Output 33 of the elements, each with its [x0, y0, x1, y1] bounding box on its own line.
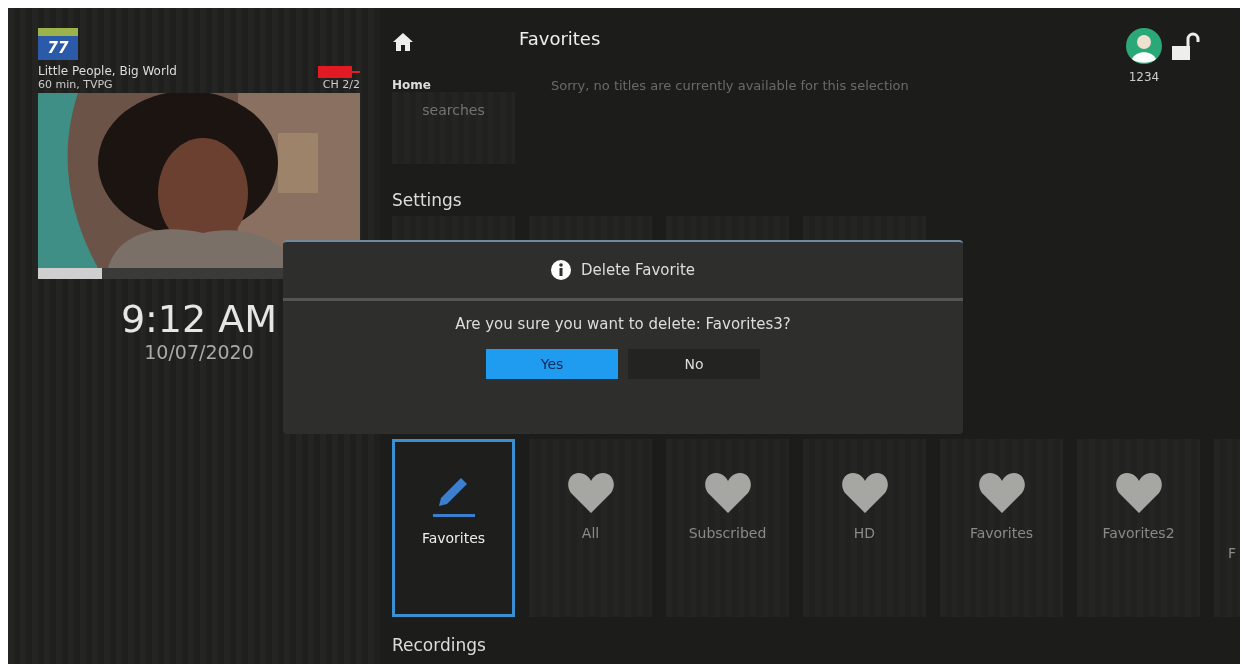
- home-label[interactable]: Home: [392, 78, 431, 92]
- page-title: Favorites: [519, 28, 601, 49]
- section-title: Settings: [392, 190, 463, 210]
- channel-logo: 77: [38, 28, 78, 60]
- heart-icon: [840, 471, 889, 513]
- favorites-tile[interactable]: Favorites: [392, 439, 515, 617]
- unlocked-lock-icon[interactable]: [1170, 32, 1200, 62]
- empty-message: Sorry, no titles are currently available for this selection: [550, 77, 909, 93]
- heart-icon: [1114, 471, 1163, 513]
- recent-searches-tile[interactable]: searches: [392, 92, 515, 164]
- info-icon: [551, 260, 571, 280]
- heart-icon: [977, 471, 1026, 513]
- home-icon[interactable]: [392, 32, 414, 52]
- program-details: 60 min, TVPG: [38, 78, 113, 91]
- dialog-message: Are you sure you want to delete: Favorites3?: [455, 315, 791, 333]
- favorites-tile[interactable]: Favorites2: [1077, 439, 1200, 617]
- favorites-tile[interactable]: F: [1214, 439, 1240, 617]
- heart-icon: [566, 471, 615, 513]
- favorites-tile[interactable]: Subscribed: [666, 439, 789, 617]
- user-id: 1234: [1128, 70, 1160, 84]
- favorites-tile[interactable]: All: [529, 439, 652, 617]
- dialog-button[interactable]: No: [628, 349, 760, 379]
- clock-time: 9:12 AM: [119, 297, 279, 341]
- dialog-button[interactable]: Yes: [486, 349, 618, 379]
- dialog-title: Delete Favorite: [581, 261, 695, 279]
- heart-icon: [703, 471, 752, 513]
- program-title: Little People, Big World: [38, 64, 177, 78]
- favorites-tile[interactable]: HD: [803, 439, 926, 617]
- clock-date: 10/07/2020: [143, 341, 255, 363]
- channel-number: CH 2/2: [322, 78, 360, 91]
- avatar-icon[interactable]: [1126, 28, 1162, 64]
- favorites-tile[interactable]: Favorites: [940, 439, 1063, 617]
- section-title: Recordings: [392, 635, 487, 655]
